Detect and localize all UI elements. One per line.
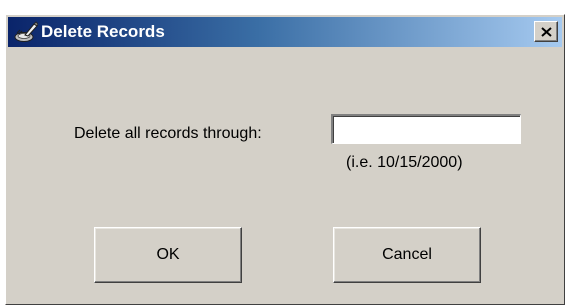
cancel-button[interactable]: Cancel	[333, 227, 481, 283]
ok-button[interactable]: OK	[94, 227, 242, 283]
title-bar[interactable]: Delete Records	[8, 17, 562, 47]
close-button[interactable]	[534, 21, 558, 42]
date-input[interactable]	[331, 114, 521, 144]
delete-records-app-icon	[14, 21, 39, 43]
date-format-hint: (i.e. 10/15/2000)	[346, 154, 463, 171]
dialog-title: Delete Records	[41, 22, 165, 41]
delete-through-label: Delete all records through:	[74, 125, 262, 142]
delete-records-dialog: Delete Records Delete all records throug…	[5, 14, 565, 305]
